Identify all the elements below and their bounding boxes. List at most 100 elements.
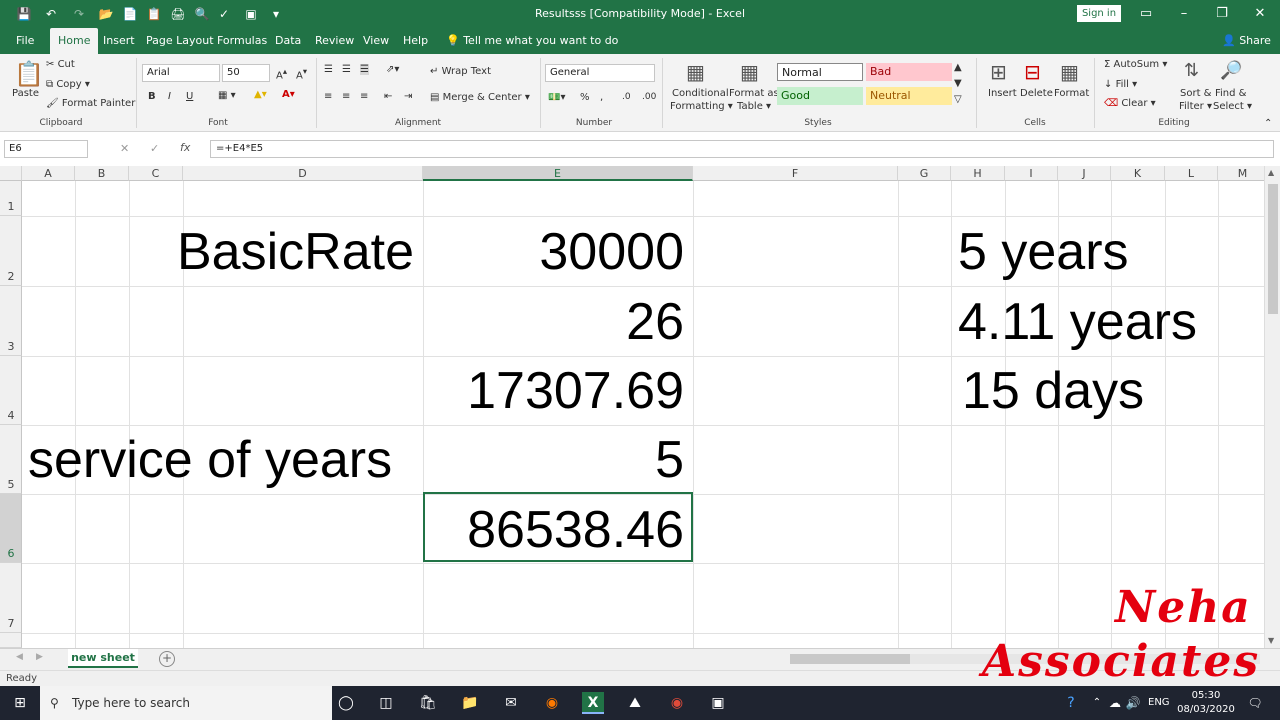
column-header-g[interactable]: G [898,166,951,181]
tab-file[interactable]: File [16,28,34,54]
fill-color-icon[interactable]: ▲▾ [254,89,267,100]
decrease-indent-icon[interactable]: ⇤ [384,91,392,102]
wrap-text-button[interactable]: ↵ Wrap Text [430,66,491,77]
name-box[interactable]: E6 [4,140,88,158]
row-header-1[interactable]: 1 [0,181,22,216]
sheet-next-icon[interactable]: ▶ [36,652,43,662]
column-header-f[interactable]: F [693,166,898,181]
share-button[interactable]: 👤 Share [1222,28,1271,54]
formula-input[interactable]: =+E4*E5 [210,140,1274,158]
column-header-c[interactable]: C [129,166,183,181]
tab-page-layout[interactable]: Page Layout [146,28,214,54]
percent-icon[interactable]: % [580,92,590,103]
cell-e3[interactable]: 26 [424,296,684,348]
font-size-select[interactable]: 50 [222,64,270,82]
ribbon-display-icon[interactable]: ▭ [1134,4,1158,24]
tell-me-search[interactable]: 💡 Tell me what you want to do [446,28,618,54]
top-align-icon[interactable]: ☰ [324,64,333,75]
cut-button[interactable]: ✂ Cut [46,59,75,70]
tab-view[interactable]: View [363,28,389,54]
select-all-corner[interactable] [0,166,22,181]
underline-icon[interactable]: U [186,91,193,102]
column-header-h[interactable]: H [951,166,1005,181]
close-icon[interactable]: ✕ [1248,4,1272,24]
column-header-d[interactable]: D [183,166,423,181]
number-format-select[interactable]: General [545,64,655,82]
file-explorer-icon[interactable]: 📁 [459,692,481,714]
font-color-icon[interactable]: A▾ [282,89,295,100]
vertical-scrollbar[interactable]: ▲ ▼ [1264,166,1280,648]
row-header-6[interactable]: 6 [0,494,22,563]
volume-icon[interactable]: 🔊 [1122,692,1144,714]
decrease-decimal-icon[interactable]: .00 [642,92,656,102]
comma-icon[interactable]: , [600,92,603,103]
scroll-up-icon[interactable]: ▲ [1268,168,1274,177]
bottom-align-icon[interactable]: ☰ [360,64,369,75]
grow-font-icon[interactable]: A▴ [276,66,287,81]
italic-icon[interactable]: I [168,91,171,102]
insert-cells-icon[interactable]: ⊞ [990,60,1007,84]
styles-more-icon[interactable]: ▽ [954,94,962,105]
clear-button[interactable]: ⌫ Clear ▾ [1104,98,1156,109]
firefox-icon[interactable]: ◉ [541,692,563,714]
task-view-icon[interactable]: ◫ [375,692,397,714]
format-as-table-icon[interactable]: ▦ [740,60,759,84]
column-header-b[interactable]: B [75,166,129,181]
clock[interactable]: 05:30 08/03/2020 [1176,689,1236,717]
fill-button[interactable]: ↓ Fill ▾ [1104,79,1137,90]
style-neutral[interactable]: Neutral [866,87,952,105]
insert-function-icon[interactable]: fx [180,141,190,154]
find-select-button[interactable]: Find & [1215,88,1246,99]
paste-button[interactable]: Paste [12,88,39,99]
add-sheet-icon[interactable]: + [159,651,175,667]
font-family-select[interactable]: Arial [142,64,220,82]
app-icon[interactable]: ▣ [707,692,729,714]
format-as-table-button[interactable]: Format as [729,88,779,99]
cell-h2[interactable]: 5 years [958,226,1129,278]
row-header-3[interactable]: 3 [0,286,22,356]
conditional-formatting-button[interactable]: Conditional [672,88,729,99]
maximize-icon[interactable]: ❐ [1210,4,1234,24]
tab-home[interactable]: Home [50,28,99,54]
style-normal[interactable]: Normal [777,63,863,81]
sort-filter-button[interactable]: Sort & [1180,88,1211,99]
row-header-5[interactable]: 5 [0,425,22,494]
language-indicator[interactable]: ENG [1148,686,1170,720]
styles-scroll-up-icon[interactable]: ▲ [954,62,962,73]
photos-icon[interactable]: ⛰ [624,692,646,714]
column-header-i[interactable]: I [1005,166,1058,181]
increase-indent-icon[interactable]: ⇥ [404,91,412,102]
borders-icon[interactable]: ▦ ▾ [218,90,236,101]
sort-filter-icon[interactable]: ⇅ [1184,60,1199,81]
delete-cells-button[interactable]: Delete [1020,88,1053,99]
row-header-2[interactable]: 2 [0,216,22,286]
row-header-7[interactable]: 7 [0,563,22,633]
cortana-icon[interactable]: ◯ [335,692,357,714]
bold-icon[interactable]: B [148,91,156,102]
store-icon[interactable]: 🛍 [417,692,439,714]
enter-icon[interactable]: ✓ [150,142,159,155]
align-left-icon[interactable]: ≡ [324,91,332,102]
tab-formulas[interactable]: Formulas [217,28,267,54]
style-bad[interactable]: Bad [866,63,952,81]
spreadsheet-grid[interactable]: A B C D E F G H I J K L M 1 2 3 4 5 6 7 … [0,166,1264,648]
align-right-icon[interactable]: ≡ [360,91,368,102]
shrink-font-icon[interactable]: A▾ [296,66,307,81]
column-header-a[interactable]: A [22,166,75,181]
cancel-icon[interactable]: ✕ [120,142,129,155]
help-icon[interactable]: ? [1060,692,1082,714]
orientation-icon[interactable]: ⇗▾ [386,64,399,75]
sheet-tab-new-sheet[interactable]: new sheet [68,649,138,668]
cell-e4[interactable]: 17307.69 [424,365,684,417]
currency-icon[interactable]: 💵▾ [548,92,565,103]
cell-e2[interactable]: 30000 [424,226,684,278]
excel-taskbar-icon[interactable]: X [582,692,604,714]
tab-review[interactable]: Review [315,28,354,54]
tab-insert[interactable]: Insert [103,28,135,54]
middle-align-icon[interactable]: ☰ [342,64,351,75]
taskbar-search-box[interactable]: ⚲ Type here to search [40,686,332,720]
column-header-k[interactable]: K [1111,166,1165,181]
horizontal-scroll-thumb[interactable] [790,654,910,664]
format-cells-icon[interactable]: ▦ [1060,60,1079,84]
collapse-ribbon-icon[interactable]: ⌃ [1264,118,1272,129]
